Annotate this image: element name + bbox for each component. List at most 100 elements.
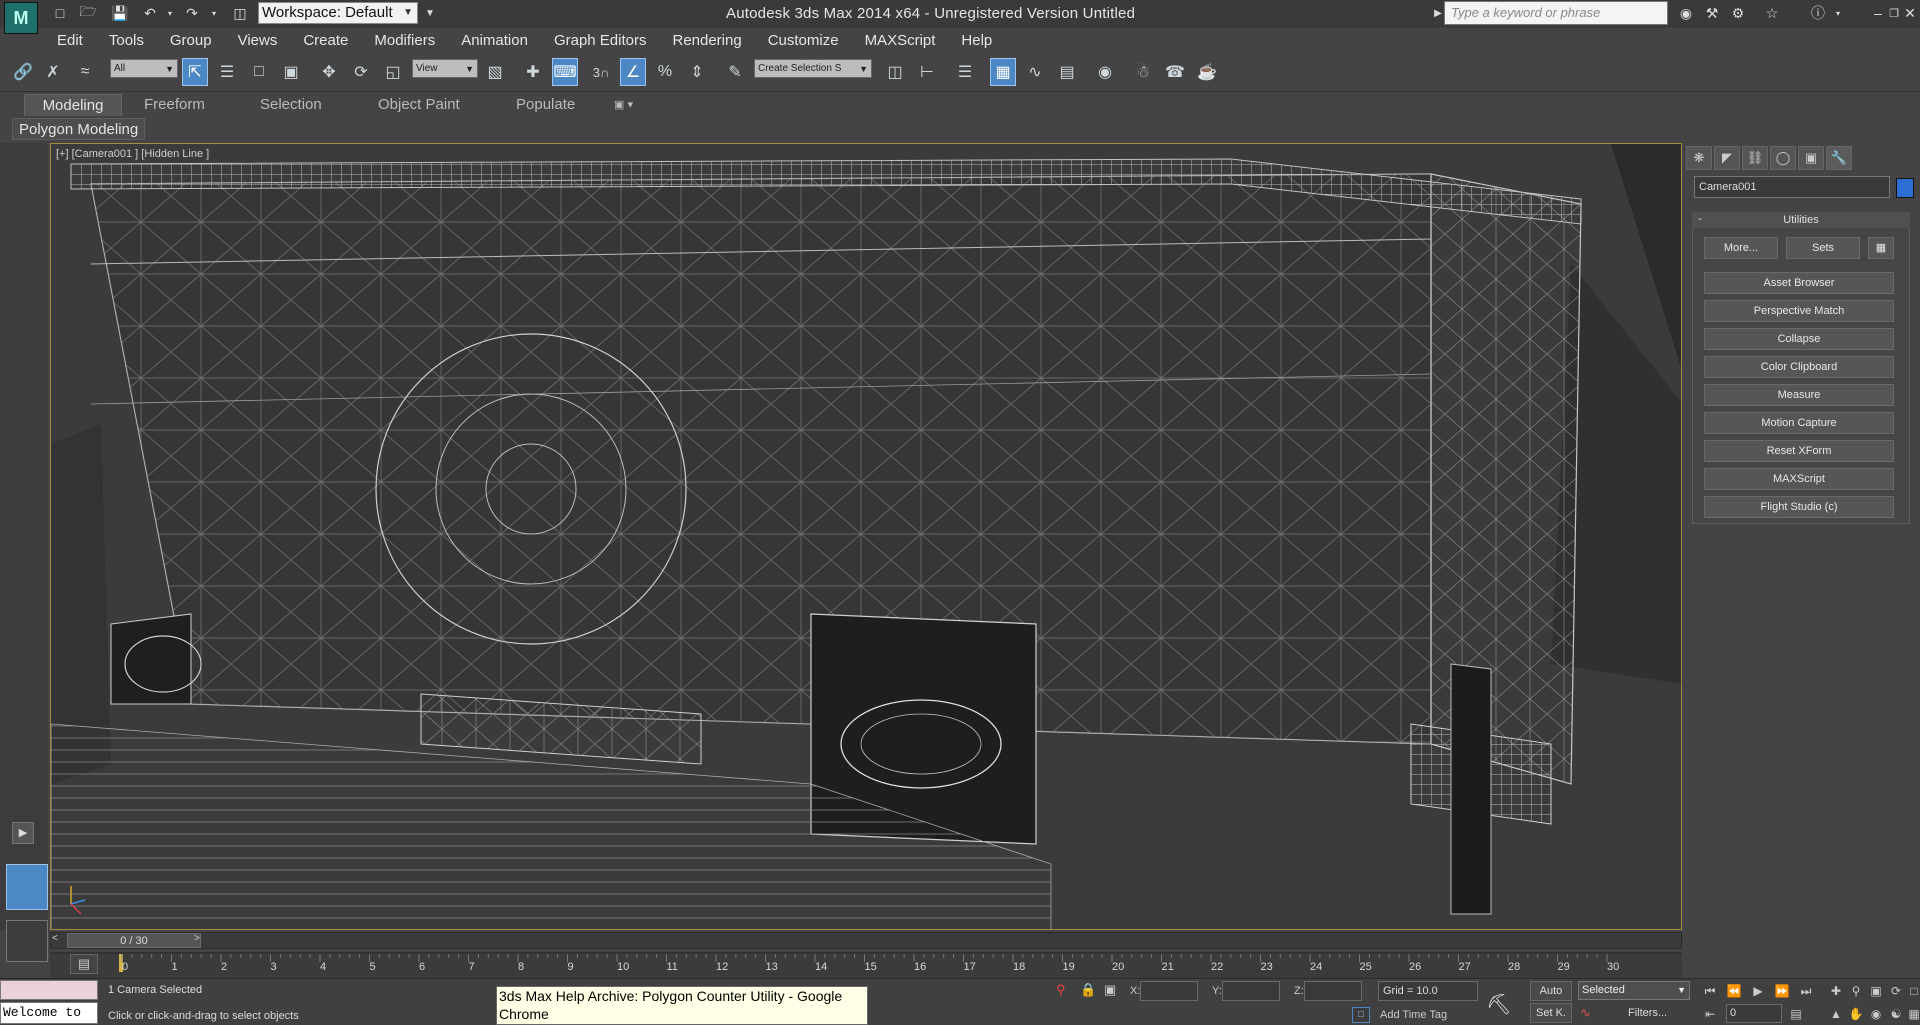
menu-modifiers[interactable]: Modifiers: [361, 28, 448, 54]
collapse-button[interactable]: Collapse: [1704, 328, 1894, 350]
play-icon[interactable]: ▶: [1748, 981, 1768, 1001]
project-folder-icon[interactable]: ◫: [230, 4, 250, 22]
previous-frame-icon[interactable]: <: [52, 933, 58, 944]
menu-help[interactable]: Help: [948, 28, 1005, 54]
go-to-end-icon[interactable]: ⏭: [1796, 981, 1816, 1001]
edit-named-selection-icon[interactable]: ✎: [722, 58, 748, 86]
utilities-rollout-header[interactable]: - Utilities: [1692, 212, 1910, 228]
schematic-view-icon[interactable]: ▤: [1054, 58, 1080, 86]
maxscript-button[interactable]: MAXScript: [1704, 468, 1894, 490]
select-and-manipulate-icon[interactable]: ✚: [520, 58, 546, 86]
mirror-icon[interactable]: ◫: [882, 58, 908, 86]
new-file-icon[interactable]: □: [50, 4, 70, 22]
sets-button[interactable]: Sets: [1786, 237, 1860, 259]
layer-manager-icon[interactable]: ☰: [952, 58, 978, 86]
select-and-rotate-icon[interactable]: ⟳: [348, 58, 374, 86]
tab-freeform[interactable]: Freeform: [144, 94, 205, 116]
more-button[interactable]: More...: [1704, 237, 1778, 259]
undo-dropdown-icon[interactable]: ▾: [160, 4, 180, 22]
walkthrough-icon[interactable]: ☯: [1886, 1004, 1906, 1024]
menu-group[interactable]: Group: [157, 28, 225, 54]
hierarchy-panel-icon[interactable]: ⛓: [1742, 146, 1768, 170]
percent-snap-icon[interactable]: %: [652, 58, 678, 86]
object-name-field[interactable]: Camera001: [1694, 176, 1890, 198]
workspace-dropdown[interactable]: Workspace: Default ▼: [258, 2, 418, 24]
redo-icon[interactable]: ↷: [182, 4, 202, 22]
menu-tools[interactable]: Tools: [96, 28, 157, 54]
select-and-scale-icon[interactable]: ◱: [380, 58, 406, 86]
motion-capture-button[interactable]: Motion Capture: [1704, 412, 1894, 434]
select-by-name-icon[interactable]: ☰: [214, 58, 240, 86]
help-icon[interactable]: ⓘ: [1808, 4, 1828, 22]
zoom-icon[interactable]: ✚: [1826, 981, 1846, 1001]
save-icon[interactable]: 💾: [110, 4, 130, 22]
tab-selection[interactable]: Selection: [260, 94, 322, 116]
current-frame-field[interactable]: 0: [1726, 1004, 1782, 1023]
color-clipboard-button[interactable]: Color Clipboard: [1704, 356, 1894, 378]
key-mode-toggle-icon[interactable]: ⇤: [1700, 1004, 1720, 1024]
configure-button-sets-icon[interactable]: ▦: [1868, 237, 1894, 259]
menu-graph-editors[interactable]: Graph Editors: [541, 28, 660, 54]
spinner-snap-icon[interactable]: ⇕: [684, 58, 710, 86]
material-editor-icon[interactable]: ◉: [1092, 58, 1118, 86]
set-key-icon[interactable]: ⛏: [1486, 992, 1511, 1017]
open-file-icon[interactable]: 🗁: [78, 3, 98, 22]
isolate-selection-icon[interactable]: ⚲: [1056, 982, 1066, 998]
perspective-viewport[interactable]: [50, 143, 1682, 930]
maximize-viewport-icon[interactable]: □: [1904, 981, 1920, 1001]
bind-to-space-warp-icon[interactable]: ≈: [72, 58, 98, 86]
reference-coordinate-dropdown[interactable]: View ▼: [412, 59, 478, 78]
rectangular-selection-icon[interactable]: □: [246, 58, 272, 86]
viewport-label[interactable]: [+] [Camera001 ] [Hidden Line ]: [56, 148, 209, 160]
tab-object-paint[interactable]: Object Paint: [378, 94, 460, 116]
x-coordinate-field[interactable]: [1140, 981, 1198, 1001]
next-frame-icon[interactable]: >: [194, 933, 200, 944]
maxscript-mini-listener[interactable]: [0, 980, 98, 1000]
viewport-quad-layout-icon[interactable]: [6, 920, 48, 962]
menu-customize[interactable]: Customize: [755, 28, 852, 54]
tab-populate[interactable]: Populate: [516, 94, 575, 116]
menu-rendering[interactable]: Rendering: [659, 28, 754, 54]
app-logo-icon[interactable]: M: [4, 2, 38, 34]
named-selection-dropdown[interactable]: Create Selection S ▼: [754, 59, 872, 78]
align-icon[interactable]: ⊢: [914, 58, 940, 86]
menu-edit[interactable]: Edit: [44, 28, 96, 54]
modify-panel-icon[interactable]: ◤: [1714, 146, 1740, 170]
motion-panel-icon[interactable]: ◯: [1770, 146, 1796, 170]
object-color-swatch[interactable]: [1896, 178, 1914, 198]
rendered-frame-window-icon[interactable]: ☎: [1162, 58, 1188, 86]
keyboard-shortcut-override-icon[interactable]: ⌨: [552, 58, 578, 86]
menu-animation[interactable]: Animation: [448, 28, 541, 54]
subscription-icon[interactable]: ⚒: [1702, 4, 1722, 22]
render-production-icon[interactable]: ☕: [1194, 58, 1220, 86]
absolute-mode-icon[interactable]: ▣: [1104, 982, 1116, 998]
selection-filter-dropdown[interactable]: All ▼: [110, 59, 178, 78]
asset-browser-button[interactable]: Asset Browser: [1704, 272, 1894, 294]
time-slider[interactable]: [50, 932, 1682, 949]
mini-curve-editor-icon[interactable]: ▤: [70, 954, 98, 974]
curve-editor-icon[interactable]: ∿: [1022, 58, 1048, 86]
orbit-icon[interactable]: ⟳: [1886, 981, 1906, 1001]
select-and-link-icon[interactable]: 🔗: [10, 58, 36, 86]
angle-snap-icon[interactable]: ∠: [620, 58, 646, 86]
search-input[interactable]: Type a keyword or phrase: [1444, 1, 1668, 25]
y-coordinate-field[interactable]: [1222, 981, 1280, 1001]
key-mode-icon[interactable]: ∿: [1580, 1005, 1591, 1021]
add-time-tag[interactable]: Add Time Tag: [1380, 1009, 1447, 1021]
select-object-icon[interactable]: ⇱: [182, 58, 208, 86]
graphite-toggle-icon[interactable]: ▦: [990, 58, 1016, 86]
viewport-toggle-icon[interactable]: ▦: [1904, 1004, 1920, 1024]
render-setup-icon[interactable]: ☃: [1130, 58, 1156, 86]
utilities-panel-icon[interactable]: 🔧: [1826, 146, 1852, 170]
close-window-icon[interactable]: ✕: [1900, 4, 1920, 22]
menu-views[interactable]: Views: [225, 28, 291, 54]
redo-dropdown-icon[interactable]: ▾: [204, 4, 224, 22]
favorites-star-icon[interactable]: ☆: [1762, 4, 1782, 22]
time-configuration-icon[interactable]: ▤: [1786, 1004, 1806, 1024]
unlink-icon[interactable]: ✗: [40, 58, 66, 86]
next-key-icon[interactable]: ⏩: [1772, 981, 1792, 1001]
undo-icon[interactable]: ↶: [140, 4, 160, 22]
time-slider-thumb[interactable]: 0 / 30: [67, 933, 201, 948]
zoom-extents-icon[interactable]: ▣: [1866, 981, 1886, 1001]
zoom-all-icon[interactable]: ⚲: [1846, 981, 1866, 1001]
